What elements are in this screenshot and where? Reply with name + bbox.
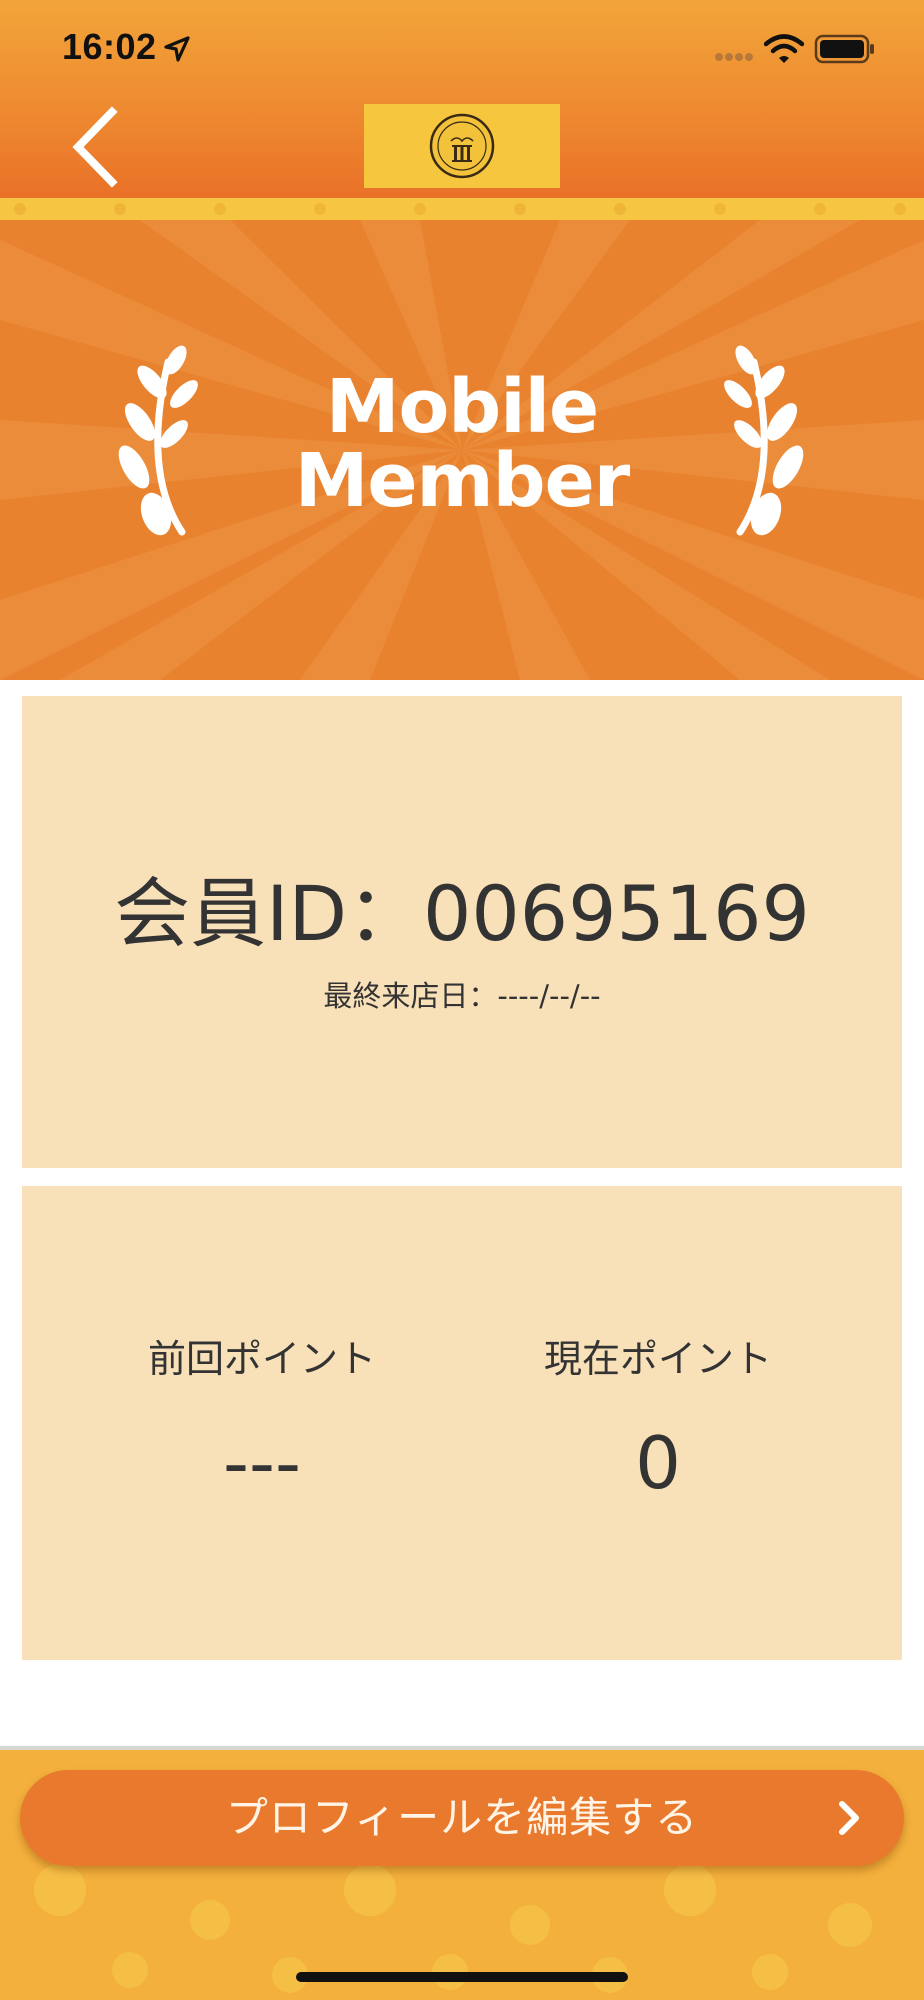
battery-icon (814, 34, 874, 64)
last-visit-line: 最終来店日：----/--/-- (22, 978, 902, 1014)
previous-points-label: 前回ポイント (147, 1337, 376, 1381)
current-points-value: 0 (635, 1421, 681, 1505)
member-banner: Mobile Member (0, 220, 924, 680)
header-bar: 16:02 (0, 0, 924, 198)
points-card: 前回ポイント --- 現在ポイント 0 (22, 1186, 902, 1660)
current-points: 現在ポイント 0 (458, 1336, 858, 1506)
previous-points-value: --- (223, 1421, 301, 1505)
last-visit-value: ----/--/-- (497, 979, 601, 1013)
edit-profile-button[interactable]: プロフィールを編集する (20, 1770, 904, 1866)
strip-pattern-icon (14, 203, 906, 215)
current-points-label: 現在ポイント (543, 1337, 772, 1381)
decorative-pattern-strip (0, 198, 924, 220)
banner-title: Mobile Member (0, 370, 924, 518)
banner-title-line1: Mobile (325, 364, 599, 450)
shop-logo-icon (429, 113, 495, 179)
footer-area: プロフィールを編集する (0, 1750, 924, 2000)
cellular-signal-icon (715, 53, 753, 61)
member-id-card: 会員ID：00695169 最終来店日：----/--/-- (22, 696, 902, 1168)
banner-title-line2: Member (294, 438, 631, 524)
edit-profile-label: プロフィールを編集する (225, 1793, 699, 1842)
location-arrow-icon (164, 36, 190, 62)
member-id-label: 会員ID： (114, 869, 424, 958)
member-id-line: 会員ID：00695169 (22, 871, 902, 957)
last-visit-label: 最終来店日： (323, 979, 498, 1013)
back-button[interactable] (60, 104, 130, 190)
chevron-left-icon (72, 106, 118, 188)
status-bar: 16:02 (0, 0, 924, 100)
chevron-right-icon (839, 1801, 859, 1835)
previous-points: 前回ポイント --- (62, 1336, 462, 1506)
home-indicator[interactable] (296, 1972, 628, 1982)
status-time: 16:02 (62, 26, 157, 67)
member-id-value: 00695169 (423, 869, 810, 958)
shop-logo (364, 104, 560, 188)
wifi-icon (764, 34, 804, 63)
